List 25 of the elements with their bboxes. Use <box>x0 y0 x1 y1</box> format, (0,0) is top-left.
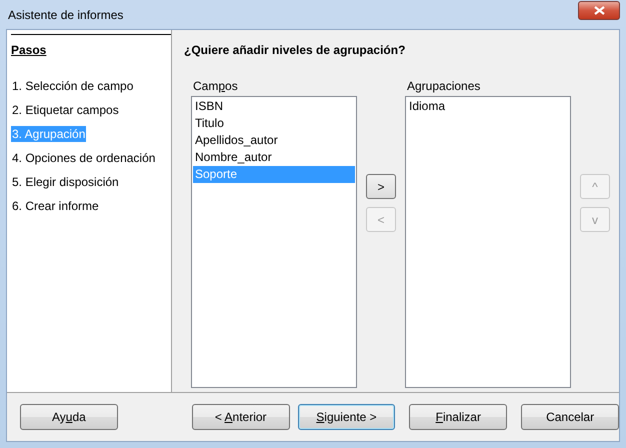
window-title: Asistente de informes <box>8 8 124 22</box>
list-item[interactable]: ISBN <box>193 98 355 115</box>
page-heading: ¿Quiere añadir niveles de agrupación? <box>184 43 406 57</box>
step-item[interactable]: 1. Selección de campo <box>11 78 134 94</box>
step-item[interactable]: 6. Crear informe <box>11 198 100 214</box>
list-item[interactable]: Idioma <box>407 98 569 115</box>
list-item[interactable]: Apellidos_autor <box>193 132 355 149</box>
dialog-button[interactable]: < Anterior <box>192 404 290 430</box>
step-item[interactable]: 5. Elegir disposición <box>11 174 120 190</box>
step-item[interactable]: 4. Opciones de ordenación <box>11 150 156 166</box>
move-button[interactable]: > <box>366 174 396 199</box>
list-box[interactable]: Idioma <box>405 96 571 388</box>
dialog-button[interactable]: Ayuda <box>20 404 118 430</box>
steps-heading: Pasos <box>11 43 46 57</box>
dialog-button[interactable]: Cancelar <box>521 404 619 430</box>
list-box[interactable]: ISBN Titulo Apellidos_autor Nombre_autor Soporte <box>191 96 357 388</box>
close-button[interactable] <box>578 1 620 20</box>
list-item[interactable]: Titulo <box>193 115 355 132</box>
step-item[interactable]: 2. Etiquetar campos <box>11 102 120 118</box>
list-label: Agrupaciones <box>407 80 482 92</box>
list-item[interactable]: Nombre_autor <box>193 149 355 166</box>
dialog-button[interactable]: Finalizar <box>409 404 508 430</box>
close-icon <box>594 6 604 15</box>
dialog-button[interactable]: Siguiente > <box>298 404 396 430</box>
list-label: Campos <box>193 80 239 92</box>
